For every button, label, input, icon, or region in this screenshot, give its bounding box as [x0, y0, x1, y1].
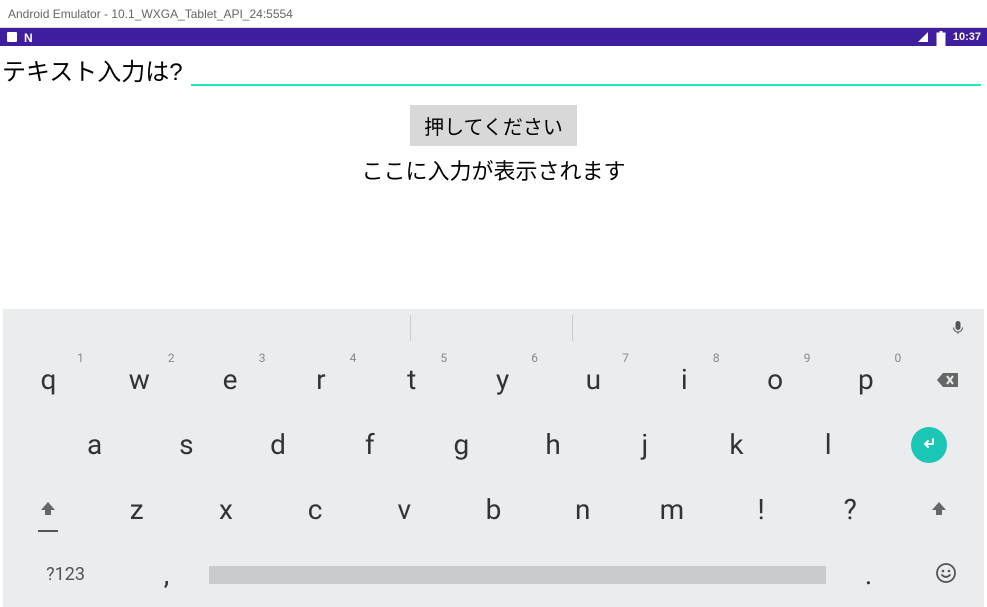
n-icon: N	[24, 31, 36, 43]
on-screen-keyboard: q1w2e3r4t5y6u7i8o9p0 asdfghjkl zxcvbnm!? ?1…	[3, 309, 984, 607]
key-m[interactable]: m	[627, 477, 716, 542]
shift-icon	[38, 493, 58, 526]
key-f[interactable]: f	[324, 412, 416, 477]
battery-icon	[935, 31, 947, 43]
key-k[interactable]: k	[691, 412, 783, 477]
input-label: テキスト入力は?	[2, 52, 183, 87]
window-title-bar: Android Emulator - 10.1_WXGA_Tablet_API_…	[0, 0, 987, 28]
key-x[interactable]: x	[181, 477, 270, 542]
press-button[interactable]: 押してください	[410, 105, 577, 146]
key-e[interactable]: e3	[185, 347, 276, 412]
key-h[interactable]: h	[507, 412, 599, 477]
microphone-icon[interactable]	[950, 320, 966, 336]
app-icon	[6, 31, 18, 43]
key-question[interactable]: ?	[806, 477, 895, 542]
emoji-icon	[935, 558, 957, 591]
key-t[interactable]: t5	[366, 347, 457, 412]
app-content: テキスト入力は? 押してください ここに入力が表示されます	[0, 46, 987, 309]
key-g[interactable]: g	[416, 412, 508, 477]
key-l[interactable]: l	[782, 412, 874, 477]
window-title: Android Emulator - 10.1_WXGA_Tablet_API_…	[8, 7, 293, 21]
backspace-key[interactable]	[911, 347, 984, 412]
emoji-key[interactable]	[907, 542, 984, 607]
backspace-icon	[936, 363, 960, 396]
key-hint: 4	[350, 351, 357, 365]
enter-icon	[919, 428, 939, 461]
shift-key[interactable]	[3, 477, 92, 542]
text-input[interactable]	[191, 53, 981, 86]
key-exclaim[interactable]: !	[716, 477, 805, 542]
signal-icon	[917, 31, 929, 43]
status-time: 10:37	[953, 31, 981, 43]
display-text: ここに入力が表示されます	[0, 154, 987, 186]
key-hint: 8	[713, 351, 720, 365]
key-hint: 5	[440, 351, 447, 365]
android-status-bar: N 10:37	[0, 28, 987, 46]
key-u[interactable]: u7	[548, 347, 639, 412]
shift-key-right[interactable]	[895, 477, 984, 542]
symbols-key[interactable]: ?123	[3, 542, 128, 607]
key-d[interactable]: d	[232, 412, 324, 477]
key-hint: 6	[531, 351, 538, 365]
key-s[interactable]: s	[141, 412, 233, 477]
key-hint: 9	[804, 351, 811, 365]
key-i[interactable]: i8	[639, 347, 730, 412]
key-c[interactable]: c	[271, 477, 360, 542]
key-z[interactable]: z	[92, 477, 181, 542]
key-j[interactable]: j	[599, 412, 691, 477]
key-a[interactable]: a	[49, 412, 141, 477]
key-b[interactable]: b	[449, 477, 538, 542]
key-r[interactable]: r4	[276, 347, 367, 412]
key-hint: 2	[168, 351, 175, 365]
key-period[interactable]: .	[830, 542, 907, 607]
key-v[interactable]: v	[360, 477, 449, 542]
key-hint: 7	[622, 351, 629, 365]
key-comma[interactable]: ,	[128, 542, 205, 607]
key-hint: 1	[77, 351, 84, 365]
key-p[interactable]: p0	[820, 347, 911, 412]
key-n[interactable]: n	[538, 477, 627, 542]
key-o[interactable]: o9	[730, 347, 821, 412]
enter-key[interactable]	[874, 412, 984, 477]
key-q[interactable]: q1	[3, 347, 94, 412]
key-hint: 3	[259, 351, 266, 365]
key-y[interactable]: y6	[457, 347, 548, 412]
key-w[interactable]: w2	[94, 347, 185, 412]
suggestion-bar	[3, 309, 984, 347]
key-hint: 0	[895, 351, 902, 365]
spacebar[interactable]	[205, 566, 830, 584]
shift-icon	[929, 493, 949, 526]
